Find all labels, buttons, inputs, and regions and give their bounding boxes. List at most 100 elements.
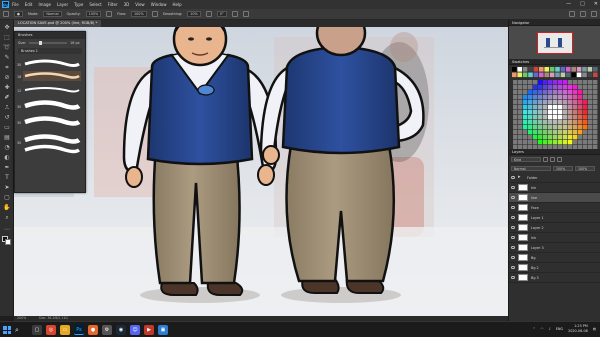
eye-icon[interactable] [511, 196, 515, 199]
menu-filter[interactable]: Filter [108, 2, 118, 7]
layer-row[interactable]: Layer 3 [509, 243, 600, 253]
opacity-field[interactable]: 100% [85, 11, 102, 17]
language-indicator[interactable]: ENG [556, 327, 563, 331]
brush-preset-3[interactable]: 12 [17, 87, 80, 93]
menu-edit[interactable]: Edit [25, 2, 33, 7]
eye-icon[interactable] [511, 266, 515, 269]
pen-tool-icon[interactable]: ✒ [3, 164, 11, 172]
marquee-tool-icon[interactable]: ⬚ [3, 34, 11, 42]
layer-row[interactable]: Bg 2 [509, 263, 600, 273]
media-player-icon[interactable]: ▶ [144, 325, 154, 335]
filter-pixel-icon[interactable] [543, 157, 548, 162]
task-view-icon[interactable]: ▢ [32, 325, 42, 335]
brush-preset-6[interactable]: 30 [17, 134, 81, 154]
zoom-level[interactable]: 200% [17, 316, 26, 320]
firefox-icon[interactable]: ● [88, 325, 98, 335]
steam-icon[interactable]: ◉ [116, 325, 126, 335]
discord-icon[interactable]: ☺ [130, 325, 140, 335]
photoshop-taskbar-icon[interactable]: Ps [74, 325, 84, 335]
eye-icon[interactable] [511, 256, 515, 259]
notifications-icon[interactable]: ▤ [593, 327, 596, 331]
swatch-grid[interactable] [509, 65, 600, 79]
angle-field[interactable]: 0° [216, 11, 227, 17]
clock[interactable]: 1:25 PM 2020-06-08 [568, 324, 588, 333]
photoshop-logo[interactable]: Ps [2, 1, 9, 8]
menu-file[interactable]: File [12, 2, 19, 7]
menu-select[interactable]: Select [89, 2, 101, 7]
chevron-up-icon[interactable]: ⌃ [533, 327, 536, 331]
brush-preset-picker[interactable]: ● [14, 11, 23, 17]
zoom-tool-icon[interactable]: ⌕ [3, 214, 11, 222]
navigator-preview[interactable] [509, 26, 600, 59]
brush-size-slider[interactable] [29, 40, 68, 45]
history-brush-tool-icon[interactable]: ↺ [3, 114, 11, 122]
pressure-opacity-icon[interactable] [106, 11, 113, 17]
layer-fill[interactable]: 100% [575, 166, 595, 171]
document-tab[interactable]: LOCATION SAVE.psd @ 200% (line, RGB/8) * [14, 20, 102, 27]
eyedropper-tool-icon[interactable]: ⊘ [3, 74, 11, 82]
eye-icon[interactable] [511, 176, 515, 179]
layer-group-row[interactable]: ▸ Folder [509, 173, 600, 183]
menu-type[interactable]: Type [74, 2, 83, 7]
filter-type-icon[interactable] [557, 157, 562, 162]
lasso-tool-icon[interactable]: ➰ [3, 44, 11, 52]
brush-size-value[interactable]: 16 px [70, 41, 80, 45]
background-color[interactable] [5, 239, 11, 245]
menu-image[interactable]: Image [38, 2, 51, 7]
layer-row[interactable]: Layer 2 [509, 223, 600, 233]
stamp-tool-icon[interactable]: ⎍ [3, 104, 11, 112]
search-icon[interactable]: ⌕ [15, 326, 23, 334]
menu-3d[interactable]: 3D [124, 2, 130, 7]
menu-layer[interactable]: Layer [57, 2, 68, 7]
network-icon[interactable]: ◠ [541, 327, 544, 331]
search-icon[interactable] [569, 11, 575, 17]
brushes-panel-title[interactable]: Brushes [15, 32, 85, 39]
hand-tool-icon[interactable]: ✋ [3, 204, 11, 212]
settings-icon[interactable]: ⚙ [102, 325, 112, 335]
eye-icon[interactable] [511, 226, 515, 229]
layer-opacity[interactable]: 100% [553, 166, 573, 171]
chrome-icon[interactable]: ◎ [46, 325, 56, 335]
brush-tool-icon[interactable] [3, 11, 9, 17]
color-wheel[interactable] [511, 79, 599, 150]
dodge-tool-icon[interactable]: ◐ [3, 154, 11, 162]
canvas[interactable] [14, 27, 508, 316]
eye-icon[interactable] [511, 216, 515, 219]
layer-row[interactable]: Ink [509, 233, 600, 243]
share-icon[interactable] [591, 11, 597, 17]
color-wheel-area[interactable] [509, 79, 600, 150]
move-tool-icon[interactable]: ✥ [3, 24, 11, 32]
folder-icon[interactable]: ▭ [60, 325, 70, 335]
layer-row[interactable]: Bg 3 [509, 273, 600, 283]
brush-preset-1[interactable]: 30 [17, 59, 80, 67]
maximize-button[interactable]: □ [580, 0, 585, 9]
filter-adjust-icon[interactable] [550, 157, 555, 162]
crop-tool-icon[interactable]: ⌗ [3, 64, 11, 72]
eraser-tool-icon[interactable]: ▭ [3, 124, 11, 132]
layer-row[interactable]: Ink [509, 183, 600, 193]
eye-icon[interactable] [511, 206, 515, 209]
layer-kind-filter[interactable]: Kind [511, 157, 541, 162]
gradient-tool-icon[interactable]: ▤ [3, 134, 11, 142]
eye-icon[interactable] [511, 276, 515, 279]
eye-icon[interactable] [511, 236, 515, 239]
eye-icon[interactable] [511, 186, 515, 189]
workspace-icon[interactable] [580, 11, 586, 17]
brush-preset-4[interactable]: 30 [17, 100, 81, 110]
gear-icon[interactable] [205, 11, 212, 17]
smoothing-field[interactable]: 10% [187, 11, 201, 17]
healing-tool-icon[interactable]: ✚ [3, 84, 11, 92]
path-select-tool-icon[interactable]: ➤ [3, 184, 11, 192]
pressure-size-icon[interactable] [231, 11, 238, 17]
brush-tool-icon[interactable]: ✐ [3, 94, 11, 102]
navigator-view-box[interactable] [536, 31, 573, 54]
brush-preset-2[interactable]: 18 [17, 71, 81, 81]
eye-icon[interactable] [511, 246, 515, 249]
menu-view[interactable]: View [135, 2, 145, 7]
more-tools-icon[interactable]: ⋯ [3, 226, 11, 234]
airbrush-icon[interactable] [151, 11, 158, 17]
close-button[interactable]: ✕ [594, 0, 598, 9]
type-tool-icon[interactable]: T [3, 174, 11, 182]
blur-tool-icon[interactable]: ◔ [3, 144, 11, 152]
layer-row[interactable]: Bg [509, 253, 600, 263]
